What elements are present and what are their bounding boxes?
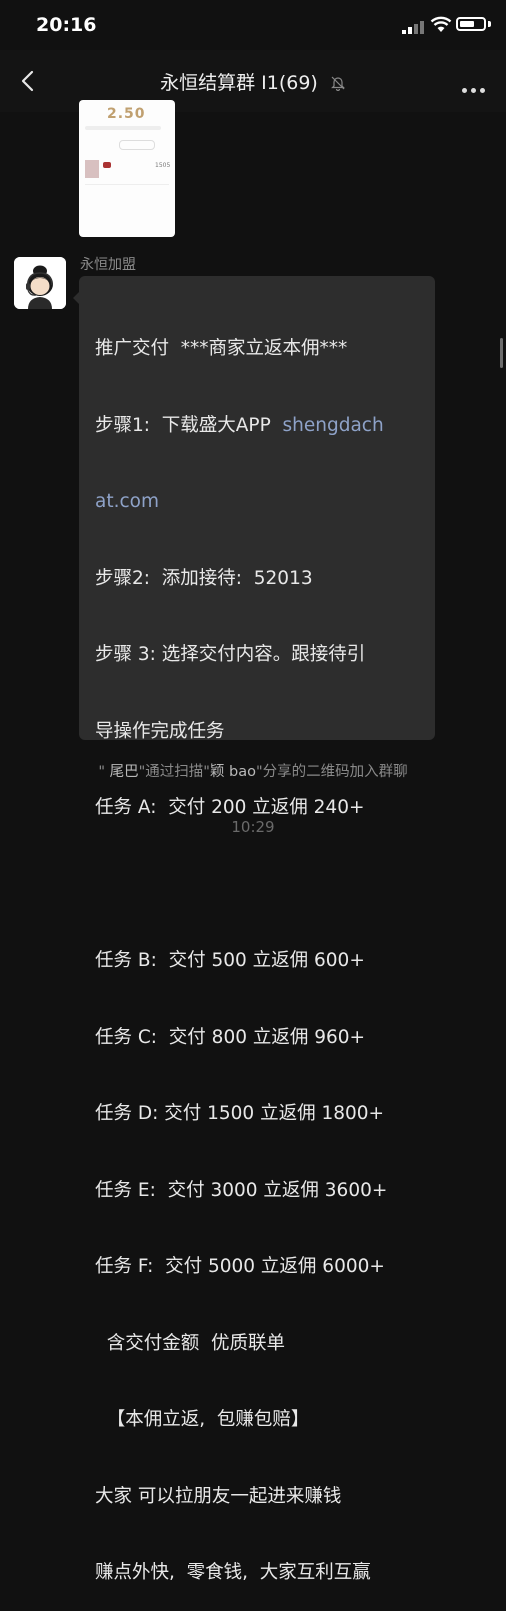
message-line: 任务 B: 交付 500 立返佣 600+ [95,950,365,971]
wifi-icon [430,16,452,32]
chat-title: 永恒结算群 I1(69) [0,68,506,95]
message-line: 赚点外快, 零食钱, 大家互利互赢 [95,1562,371,1583]
message-link[interactable]: shengdach [283,415,384,436]
message-line: 任务 C: 交付 800 立返佣 960+ [95,1026,366,1048]
image-value-text: 2.50 [107,106,146,122]
message-line: 任务 D: 交付 1500 立返佣 1800+ [95,1103,385,1124]
more-options-icon[interactable] [462,78,490,93]
message-line: 【本佣立返, 包赚包赔】 [95,1409,310,1430]
image-number-text: 1505 [155,162,171,169]
signal-icon [402,21,424,34]
status-time: 20:16 [36,14,97,36]
image-thumb [85,160,99,178]
battery-tip [488,21,491,27]
message-line: 任务 E: 交付 3000 立返佣 3600+ [95,1179,388,1201]
message-line: 步骤2: 添加接待: 52013 [95,567,313,589]
message-line: 步骤1: 下载盛大APP shengdach [95,413,425,439]
message-line: 导操作完成任务 [95,720,225,742]
scrollbar[interactable] [500,338,503,368]
image-message[interactable]: 2.50 1505 [79,100,175,237]
message-line: 任务 F: 交付 5000 立返佣 6000+ [95,1256,385,1277]
chat-title-text: 永恒结算群 I1(69) [160,72,318,94]
message-line: 含交付金额 优质联单 [95,1332,286,1354]
notice-quote: " [98,764,110,780]
notice-name-1[interactable]: 尾巴 [110,764,139,780]
chat-header: 永恒结算群 I1(69) [0,50,506,112]
sender-name: 永恒加盟 [80,257,136,273]
notice-mid: "通过扫描" [138,764,210,780]
sender-avatar[interactable] [14,257,66,309]
notice-tail: "分享的二维码加入群聊 [256,764,408,780]
image-dot [103,162,111,168]
notice-name-2[interactable]: 颖 bao [210,764,256,780]
image-divider [85,184,169,185]
mute-bell-icon [330,76,345,91]
message-line: 任务 A: 交付 200 立返佣 240+ [95,797,365,818]
message-line-text: 步骤1: 下载盛大APP [95,414,283,436]
timestamp: 10:29 [231,818,275,836]
battery-icon [456,17,486,31]
message-line: 大家 可以拉朋友一起进来赚钱 [95,1485,342,1507]
message-link-cont[interactable]: at.com [95,489,425,515]
avatar-person-icon [14,257,66,309]
message-line [95,872,425,898]
system-notice: " 尾巴"通过扫描"颖 bao"分享的二维码加入群聊 [0,760,506,781]
image-bar [85,126,161,130]
message-line: 推广交付 ***商家立返本佣*** [95,338,348,359]
status-bar: 20:16 [0,0,506,50]
message-line: 步骤 3: 选择交付内容。跟接待引 [95,644,366,665]
message-text: 推广交付 ***商家立返本佣*** 步骤1: 下载盛大APP shengdach… [95,285,425,1611]
image-pill [119,140,155,150]
